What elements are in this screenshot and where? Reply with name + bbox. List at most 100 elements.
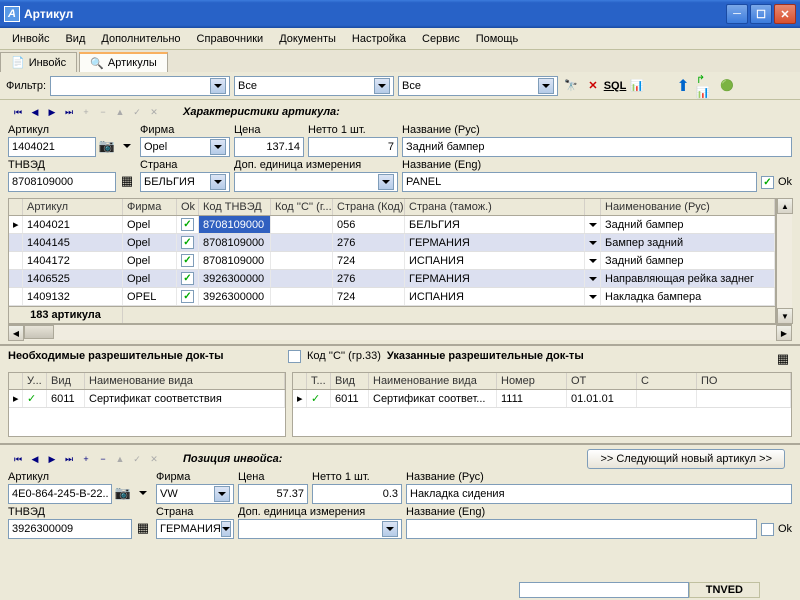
menu-docs[interactable]: Документы — [271, 31, 344, 47]
menu-invoice[interactable]: Инвойс — [4, 31, 57, 47]
nav-add[interactable]: + — [78, 104, 94, 120]
dropdown-icon[interactable] — [210, 139, 226, 155]
firma-combo[interactable]: Opel — [140, 137, 230, 157]
sql-icon[interactable]: SQL — [606, 77, 624, 95]
tnved-input[interactable] — [8, 519, 132, 539]
menu-refs[interactable]: Справочники — [189, 31, 272, 47]
table-row[interactable]: ▸1404021Opel8708109000056БЕЛЬГИЯЗадний б… — [9, 216, 775, 234]
nav-edit[interactable]: ▲ — [112, 451, 128, 467]
nav-cancel[interactable]: ✕ — [146, 104, 162, 120]
tnved-input[interactable] — [8, 172, 116, 192]
nav-add[interactable]: + — [78, 451, 94, 467]
codc-checkbox[interactable] — [288, 350, 301, 363]
artikul-input[interactable] — [8, 137, 96, 157]
gh-mark[interactable] — [9, 199, 23, 215]
dropdown-icon[interactable] — [134, 484, 152, 502]
grid-icon[interactable]: ▦ — [774, 350, 792, 368]
scroll-thumb[interactable] — [24, 325, 54, 339]
gh-artikul[interactable]: Артикул — [23, 199, 123, 215]
nav-first[interactable]: ⏮ — [10, 451, 26, 467]
gh-naim[interactable]: Наименование вида — [369, 373, 497, 389]
nav-prev[interactable]: ◀ — [27, 104, 43, 120]
tab-invoice[interactable]: 📄 Инвойс — [0, 52, 77, 72]
scroll-right-icon[interactable]: ▶ — [776, 325, 792, 341]
nav-prev[interactable]: ◀ — [27, 451, 43, 467]
dropdown-icon[interactable] — [378, 174, 394, 190]
dropdown-icon[interactable] — [538, 78, 554, 94]
gh-u[interactable]: У... — [23, 373, 47, 389]
dropdown-icon[interactable] — [589, 241, 597, 245]
dropdown-icon[interactable] — [589, 223, 597, 227]
minimize-button[interactable]: ─ — [726, 4, 748, 24]
gh-skod[interactable]: Страна (Код) — [333, 199, 405, 215]
gh-codc[interactable]: Код ''С'' (г... — [271, 199, 333, 215]
gh-t[interactable]: Т... — [307, 373, 331, 389]
gh-nomer[interactable]: Номер — [497, 373, 567, 389]
tab-articles[interactable]: 🔍 Артикулы — [79, 52, 168, 72]
dropdown-icon[interactable] — [382, 521, 398, 537]
scroll-down-icon[interactable]: ▼ — [777, 308, 793, 324]
cena-input[interactable] — [234, 137, 304, 157]
ok-check-icon[interactable] — [181, 272, 194, 285]
gh-vid[interactable]: Вид — [331, 373, 369, 389]
netto-input[interactable] — [308, 137, 398, 157]
next-new-article-button[interactable]: >> Следующий новый артикул >> — [587, 449, 785, 469]
menu-extra[interactable]: Дополнительно — [93, 31, 188, 47]
dropdown-icon[interactable] — [589, 295, 597, 299]
gh-mark[interactable] — [293, 373, 307, 389]
delete-icon[interactable]: ✕ — [584, 77, 602, 95]
nav-del[interactable]: − — [95, 451, 111, 467]
nazvrus-input[interactable] — [402, 137, 792, 157]
close-button[interactable]: ✕ — [774, 4, 796, 24]
table-row[interactable]: ▸ ✓ 6011 Сертификат соответ... 1111 01.0… — [293, 390, 791, 408]
menu-service[interactable]: Сервис — [414, 31, 468, 47]
menu-settings[interactable]: Настройка — [344, 31, 414, 47]
hscroll[interactable]: ◀ ▶ — [8, 324, 792, 340]
nazveng-input[interactable] — [406, 519, 757, 539]
menu-help[interactable]: Помощь — [468, 31, 527, 47]
nav-next[interactable]: ▶ — [44, 104, 60, 120]
gh-ok[interactable]: Ok — [177, 199, 199, 215]
nav-ok[interactable]: ✓ — [129, 104, 145, 120]
strana-combo[interactable]: БЕЛЬГИЯ — [140, 172, 230, 192]
nav-cancel[interactable]: ✕ — [146, 451, 162, 467]
gh-stam[interactable]: Страна (тамож.) — [405, 199, 585, 215]
filter-combo-2[interactable]: Все — [234, 76, 394, 96]
grid-icon[interactable]: ▦ — [134, 519, 152, 537]
dropdown-icon[interactable] — [210, 174, 226, 190]
excel-icon[interactable]: 📊 — [628, 77, 646, 95]
table-row[interactable]: 1404172Opel8708109000724ИСПАНИЯЗадний ба… — [9, 252, 775, 270]
dop-combo[interactable] — [234, 172, 398, 192]
table-row[interactable]: 1404145Opel8708109000276ГЕРМАНИЯБампер з… — [9, 234, 775, 252]
firma-combo[interactable]: VW — [156, 484, 234, 504]
cena-input[interactable] — [238, 484, 308, 504]
dropdown-icon[interactable] — [589, 259, 597, 263]
nav-first[interactable]: ⏮ — [10, 104, 26, 120]
camera-icon[interactable]: 📷 — [114, 484, 132, 502]
nazvrus-input[interactable] — [406, 484, 792, 504]
dropdown-icon[interactable] — [214, 486, 230, 502]
dop-combo[interactable] — [238, 519, 402, 539]
gh-firma[interactable]: Фирма — [123, 199, 177, 215]
nav-ok[interactable]: ✓ — [129, 451, 145, 467]
strana-combo[interactable]: ГЕРМАНИЯ — [156, 519, 234, 539]
gh-mark[interactable] — [9, 373, 23, 389]
nazveng-input[interactable] — [402, 172, 757, 192]
status-input[interactable] — [519, 582, 689, 598]
gh-naim[interactable]: Наименование вида — [85, 373, 285, 389]
grid-icon[interactable]: ▦ — [118, 172, 136, 190]
table-row[interactable]: 1409132OPEL3926300000724ИСПАНИЯНакладка … — [9, 288, 775, 306]
gh-po[interactable]: ПО — [697, 373, 791, 389]
maximize-button[interactable]: ☐ — [750, 4, 772, 24]
filter-combo-1[interactable] — [50, 76, 230, 96]
netto-input[interactable] — [312, 484, 402, 504]
vscroll[interactable]: ▲ ▼ — [776, 198, 792, 324]
gh-s[interactable]: С — [637, 373, 697, 389]
artikul-input[interactable] — [8, 484, 112, 504]
up-arrow-icon[interactable]: ⬆ — [674, 77, 692, 95]
gh-ot[interactable]: ОТ — [567, 373, 637, 389]
dropdown-icon[interactable] — [589, 277, 597, 281]
scroll-left-icon[interactable]: ◀ — [8, 325, 24, 341]
gh-vid[interactable]: Вид — [47, 373, 85, 389]
dropdown-icon[interactable] — [221, 521, 231, 537]
